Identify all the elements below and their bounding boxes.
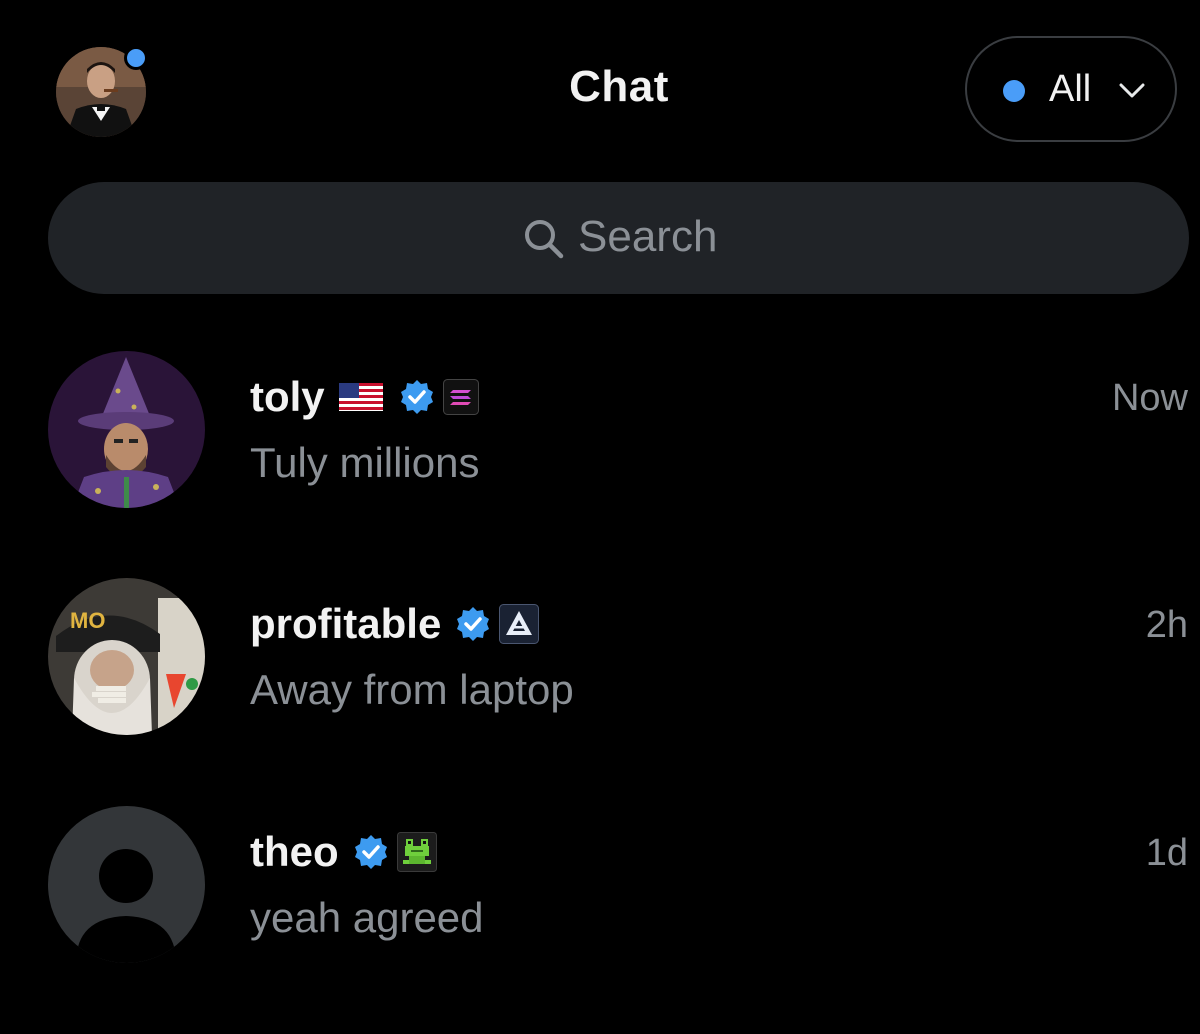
chat-row-profitable[interactable]: MO profitable Away from laptop 2h xyxy=(0,578,1200,806)
chat-avatar xyxy=(48,806,205,963)
chat-name: theo xyxy=(250,828,339,875)
chat-name-row: profitable xyxy=(250,600,547,648)
chat-preview: Tuly millions xyxy=(250,439,480,486)
chat-name-row: toly xyxy=(250,373,487,421)
filter-label: All xyxy=(1049,68,1092,110)
chat-timestamp: 2h xyxy=(1145,604,1188,646)
wizard-avatar xyxy=(48,351,205,508)
default-avatar xyxy=(48,806,205,963)
us-flag-icon xyxy=(338,383,383,411)
search-placeholder: Search xyxy=(578,212,718,261)
chat-avatar xyxy=(48,351,205,508)
chat-preview: Away from laptop xyxy=(250,666,574,713)
verified-badge-icon xyxy=(354,835,387,869)
chat-row-toly[interactable]: toly Tuly millions Now xyxy=(0,351,1200,579)
chat-name: profitable xyxy=(250,600,442,647)
chat-avatar: MO xyxy=(48,578,205,735)
svg-text:MO: MO xyxy=(70,608,105,633)
search-input[interactable]: Search xyxy=(48,182,1189,294)
chat-row-theo[interactable]: theo yeah agreed 1d xyxy=(0,806,1200,1034)
solana-logo-icon xyxy=(442,379,479,415)
chat-timestamp: 1d xyxy=(1145,832,1188,874)
photo-avatar: MO xyxy=(48,578,205,735)
chat-timestamp: Now xyxy=(1111,377,1188,419)
filter-status-dot xyxy=(1003,80,1025,102)
filter-dropdown-button[interactable]: All xyxy=(965,36,1177,142)
chat-preview: yeah agreed xyxy=(250,894,484,941)
chat-name-row: theo xyxy=(250,828,445,876)
chevron-down-icon xyxy=(1119,83,1145,98)
verified-badge-icon xyxy=(400,380,433,414)
chat-name: toly xyxy=(250,373,325,420)
verified-badge-icon xyxy=(457,607,490,641)
frog-pixel-icon xyxy=(396,832,437,872)
search-icon xyxy=(525,220,564,259)
chat-header: Chat All xyxy=(0,0,1200,180)
triangle-logo-icon xyxy=(499,604,540,644)
